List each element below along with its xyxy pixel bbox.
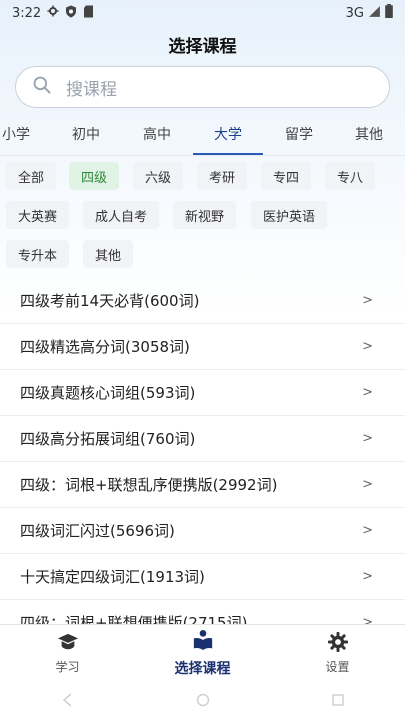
- system-navigation-bar: [0, 682, 405, 720]
- back-icon[interactable]: [61, 692, 75, 711]
- nav-choose-course[interactable]: 选择课程: [135, 625, 270, 682]
- course-title: 四级精选高分词(3058词): [20, 338, 190, 356]
- course-title: 四级考前14天必背(600词): [20, 292, 200, 310]
- course-title: 十天搞定四级词汇(1913词): [20, 568, 205, 586]
- tab-study-abroad[interactable]: 留学: [285, 124, 313, 144]
- list-item[interactable]: 四级真题核心词组(593词) >: [0, 370, 405, 416]
- home-icon[interactable]: [196, 692, 210, 711]
- chip-postgrad[interactable]: 考研: [197, 162, 248, 190]
- chip-tem8[interactable]: 专八: [325, 162, 376, 190]
- tab-university[interactable]: 大学: [214, 124, 242, 144]
- list-item[interactable]: 四级：词根+联想乱序便携版(2992词) >: [0, 462, 405, 508]
- tab-primary[interactable]: 小学: [2, 124, 30, 144]
- chevron-right-icon: >: [362, 523, 373, 538]
- tab-junior[interactable]: 初中: [72, 124, 100, 144]
- chip-tem4[interactable]: 专四: [261, 162, 312, 190]
- status-time: 3:22: [12, 5, 42, 21]
- recents-icon[interactable]: [331, 692, 345, 711]
- tab-senior[interactable]: 高中: [143, 124, 171, 144]
- signal-icon: [368, 5, 381, 22]
- sd-card-icon: [83, 5, 94, 22]
- network-type: 3G: [345, 5, 364, 21]
- tabs-divider: [0, 155, 405, 156]
- tab-other[interactable]: 其他: [355, 124, 383, 144]
- book-reader-icon: [193, 629, 213, 655]
- gear-icon: [327, 631, 348, 655]
- chevron-right-icon: >: [362, 569, 373, 584]
- level-tabs: 小学 初中 高中 大学 留学 其他: [0, 116, 405, 156]
- chip-new-horizon[interactable]: 新视野: [173, 201, 237, 229]
- nav-label: 设置: [325, 660, 350, 674]
- nav-label: 学习: [55, 660, 80, 674]
- course-title: 四级词汇闪过(5696词): [20, 522, 175, 540]
- chevron-right-icon: >: [362, 339, 373, 354]
- chevron-right-icon: >: [362, 293, 373, 308]
- chip-adult-exam[interactable]: 成人自考: [83, 201, 160, 229]
- chevron-right-icon: >: [362, 431, 373, 446]
- list-item[interactable]: 四级精选高分词(3058词) >: [0, 324, 405, 370]
- chip-cet4[interactable]: 四级: [69, 162, 120, 190]
- list-item[interactable]: 十天搞定四级词汇(1913词) >: [0, 554, 405, 600]
- list-item[interactable]: 四级词汇闪过(5696词) >: [0, 508, 405, 554]
- nav-label: 选择课程: [174, 661, 231, 677]
- battery-icon: [385, 4, 393, 22]
- nav-study[interactable]: 学习: [0, 625, 135, 682]
- chip-upgrade[interactable]: 专升本: [6, 240, 70, 268]
- gear-icon: [47, 5, 59, 21]
- chip-english-contest[interactable]: 大英赛: [6, 201, 70, 229]
- status-bar: 3:22 3G: [0, 0, 405, 26]
- course-list: 四级考前14天必背(600词) > 四级精选高分词(3058词) > 四级真题核…: [0, 278, 405, 646]
- chip-other[interactable]: 其他: [83, 240, 134, 268]
- chevron-right-icon: >: [362, 477, 373, 492]
- search-icon: [32, 75, 52, 99]
- nav-settings[interactable]: 设置: [270, 625, 405, 682]
- graduation-cap-icon: [57, 632, 79, 655]
- shield-icon: [65, 5, 77, 22]
- search-input[interactable]: 搜课程: [15, 66, 390, 108]
- chip-all[interactable]: 全部: [6, 162, 57, 190]
- course-title: 四级高分拓展词组(760词): [20, 430, 196, 448]
- chip-medical-english[interactable]: 医护英语: [251, 201, 328, 229]
- list-item[interactable]: 四级考前14天必背(600词) >: [0, 278, 405, 324]
- page-title: 选择课程: [168, 37, 237, 57]
- search-placeholder: 搜课程: [66, 79, 117, 100]
- bottom-navigation: 学习 选择课程 设置: [0, 624, 405, 682]
- list-item[interactable]: 四级高分拓展词组(760词) >: [0, 416, 405, 462]
- course-title: 四级：词根+联想乱序便携版(2992词): [20, 476, 278, 494]
- chip-cet6[interactable]: 六级: [133, 162, 184, 190]
- chevron-right-icon: >: [362, 385, 373, 400]
- course-title: 四级真题核心词组(593词): [20, 384, 196, 402]
